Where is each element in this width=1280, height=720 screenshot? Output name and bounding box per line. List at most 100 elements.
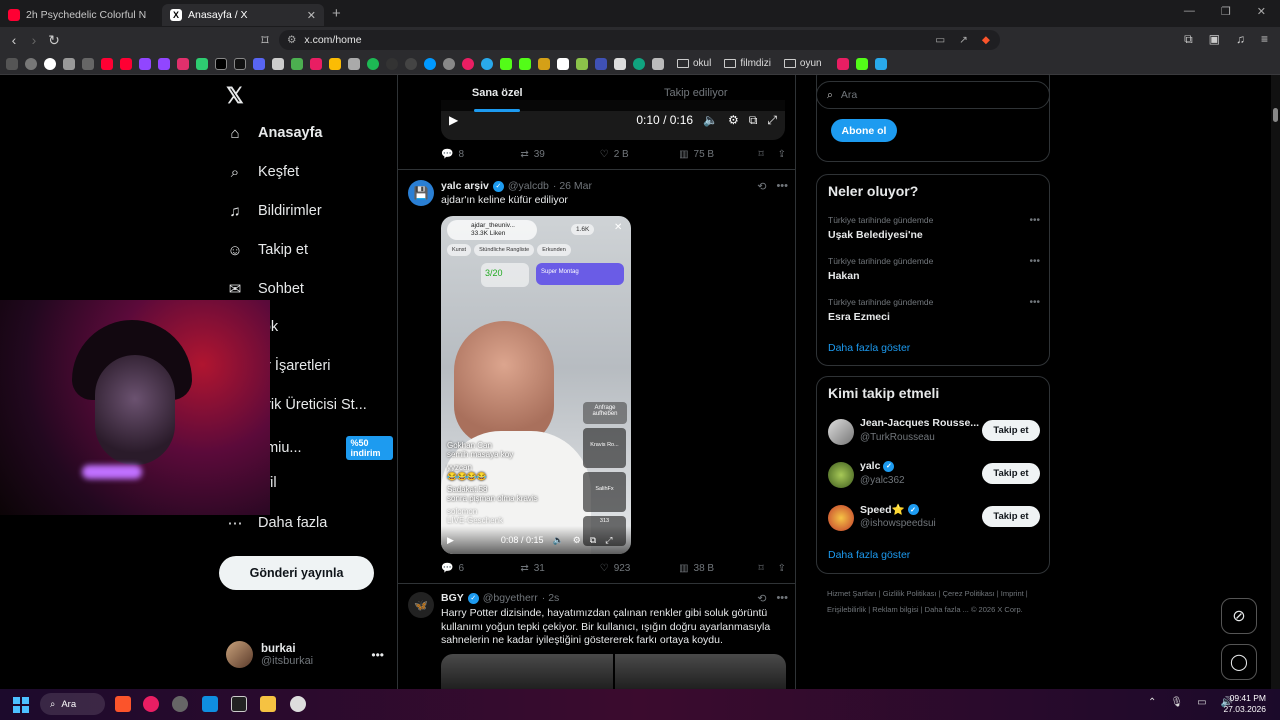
sidebar-item-premium[interactable]: emiu... %50 indirim bbox=[258, 436, 393, 460]
avatar[interactable]: 💾 bbox=[408, 180, 434, 206]
bookmark-icon[interactable]: ⌑ bbox=[758, 149, 763, 160]
author-name[interactable]: BGY bbox=[441, 592, 464, 604]
author-handle[interactable]: @yalcdb bbox=[508, 180, 549, 192]
media-icon[interactable]: ♫ bbox=[1236, 32, 1245, 47]
discord-icon[interactable] bbox=[253, 57, 265, 70]
site-info-icon[interactable]: ⚙ bbox=[287, 34, 296, 46]
microphone-icon[interactable]: 🎙 bbox=[1170, 697, 1183, 708]
bookmark-icon[interactable] bbox=[652, 57, 664, 70]
play-icon[interactable]: ▶ bbox=[449, 113, 458, 127]
reply-button[interactable]: 💬 8 bbox=[441, 149, 520, 160]
bookmark-icon[interactable] bbox=[576, 57, 588, 70]
bookmark-icon[interactable] bbox=[348, 57, 360, 70]
extensions-icon[interactable]: ⧉ bbox=[1184, 32, 1193, 47]
author-handle[interactable]: @bgyetherr bbox=[483, 592, 538, 604]
avatar[interactable]: 🦋 bbox=[408, 592, 434, 618]
settings-icon[interactable]: ⚙ bbox=[728, 113, 739, 127]
kick-icon[interactable] bbox=[519, 57, 531, 70]
bookmark-icon[interactable] bbox=[424, 57, 436, 70]
sidebar-item-follow[interactable]: ☺ Takip et bbox=[226, 241, 308, 259]
instagram-icon[interactable] bbox=[177, 57, 189, 70]
play-icon[interactable]: ▶ bbox=[447, 535, 454, 546]
file-explorer-icon[interactable] bbox=[260, 696, 276, 712]
follow-button[interactable]: Takip et bbox=[982, 506, 1040, 527]
restore-icon[interactable]: ❐ bbox=[1221, 5, 1231, 18]
scrollbar-thumb[interactable] bbox=[1273, 108, 1278, 122]
bookmark-page-icon[interactable]: ⌑ bbox=[255, 32, 275, 49]
follow-button[interactable]: Takip et bbox=[982, 463, 1040, 484]
bookmark-icon[interactable] bbox=[836, 57, 849, 70]
photos-icon[interactable] bbox=[202, 696, 218, 712]
trend-item[interactable]: Türkiye tarihinde gündemde Esra Ezmeci •… bbox=[828, 297, 1040, 323]
bookmark-icon[interactable] bbox=[82, 57, 94, 70]
more-options-icon[interactable]: ••• bbox=[1029, 215, 1040, 226]
bookmark-folder-oyun[interactable]: oyun bbox=[783, 58, 822, 69]
trend-item[interactable]: Türkiye tarihinde gündemde Uşak Belediye… bbox=[828, 215, 1040, 241]
mute-icon[interactable]: 🔈 bbox=[703, 113, 718, 127]
bookmark-folder-okul[interactable]: okul bbox=[677, 58, 711, 69]
close-tab-icon[interactable]: ✕ bbox=[307, 9, 316, 22]
sidebar-item-chat[interactable]: ✉ Sohbet bbox=[226, 280, 304, 298]
grok-icon[interactable] bbox=[231, 696, 247, 712]
taskbar-clock[interactable]: 09:41 PM 27.03.2026 bbox=[1223, 693, 1266, 715]
new-tab-icon[interactable]: + bbox=[332, 5, 341, 22]
x-logo-icon[interactable]: 𝕏 bbox=[226, 83, 244, 109]
like-button[interactable]: ♡ 2 B bbox=[600, 149, 679, 160]
pip-icon[interactable]: ⧉ bbox=[590, 535, 596, 546]
x-icon[interactable] bbox=[215, 57, 227, 70]
bookmark-icon[interactable] bbox=[196, 57, 208, 70]
sidebar-item-notifications[interactable]: ♫ Bildirimler bbox=[226, 202, 321, 220]
kick-icon[interactable] bbox=[855, 57, 868, 70]
twitch-icon[interactable] bbox=[139, 57, 151, 70]
views-button[interactable]: ▥ 75 B bbox=[679, 149, 758, 160]
spotify-icon[interactable] bbox=[367, 57, 379, 70]
bookmark-icon[interactable] bbox=[462, 57, 474, 70]
post[interactable]: 💾 yalc arşiv ✓ @yalcdb · 26 Mar ⟲ ••• ajd… bbox=[408, 180, 788, 580]
tab-following[interactable]: Takip ediliyor bbox=[597, 75, 796, 111]
bookmark-icon[interactable] bbox=[874, 57, 887, 70]
cast-icon[interactable]: ▭ bbox=[935, 34, 945, 46]
follow-suggestion[interactable]: yalc ✓ @yalc362 Takip et bbox=[828, 460, 1040, 490]
youtube-icon[interactable] bbox=[120, 57, 132, 70]
account-switcher[interactable]: burkai @itsburkai ••• bbox=[226, 641, 384, 668]
sidebar-item-explore[interactable]: ⌕ Keşfet bbox=[226, 163, 299, 181]
more-options-icon[interactable]: ••• bbox=[776, 180, 788, 193]
forward-icon[interactable]: › bbox=[24, 32, 44, 48]
mute-icon[interactable]: 🔈 bbox=[552, 535, 563, 546]
footer-links[interactable]: Hizmet Şartları | Gizlilik Politikası | … bbox=[827, 586, 1042, 618]
reply-button[interactable]: 💬 6 bbox=[441, 563, 520, 574]
brave-icon[interactable] bbox=[115, 696, 131, 712]
like-button[interactable]: ♡ 923 bbox=[600, 563, 679, 574]
sidebar-item-more[interactable]: ⋯ Daha fazla bbox=[226, 514, 328, 532]
back-icon[interactable]: ‹ bbox=[4, 32, 24, 48]
share-icon[interactable]: ⇪ bbox=[778, 149, 786, 160]
grok-float-icon[interactable]: ⊘ bbox=[1221, 598, 1257, 634]
bookmark-folder-filmdizi[interactable]: filmdizi bbox=[724, 58, 771, 69]
tab-for-you[interactable]: Sana özel bbox=[398, 75, 597, 111]
close-window-icon[interactable]: ✕ bbox=[1257, 5, 1266, 18]
scrollbar[interactable] bbox=[1271, 75, 1280, 689]
sidebar-item-creator-studio[interactable]: erik Üreticisi St... bbox=[258, 397, 367, 413]
browser-tab-youtube[interactable]: 2h Psychedelic Colorful Neon Backg bbox=[0, 4, 162, 26]
subscribe-button[interactable]: Abone ol bbox=[831, 119, 897, 142]
bookmark-icon[interactable] bbox=[614, 57, 626, 70]
telegram-icon[interactable] bbox=[481, 57, 493, 70]
pip-icon[interactable]: ⧉ bbox=[749, 113, 758, 128]
bookmark-icon[interactable] bbox=[272, 57, 284, 70]
github-icon[interactable] bbox=[405, 57, 417, 70]
more-options-icon[interactable]: ••• bbox=[776, 592, 788, 605]
kick-icon[interactable] bbox=[500, 57, 512, 70]
more-options-icon[interactable]: ••• bbox=[371, 648, 384, 662]
twitch-icon[interactable] bbox=[158, 57, 170, 70]
messages-float-icon[interactable]: ◯ bbox=[1221, 644, 1257, 680]
youtube-icon[interactable] bbox=[101, 57, 113, 70]
drive-icon[interactable] bbox=[329, 57, 341, 70]
url-field[interactable]: ⚙ x.com/home ▭ ↗ ◆ bbox=[279, 30, 1000, 50]
post-button[interactable]: Gönderi yayınla bbox=[219, 556, 374, 590]
taskbar-search[interactable]: ⌕ Ara bbox=[40, 693, 105, 715]
windows-start-icon[interactable] bbox=[13, 697, 29, 713]
reload-icon[interactable]: ↻ bbox=[44, 32, 64, 49]
apps-icon[interactable] bbox=[6, 57, 18, 70]
bookmark-icon[interactable] bbox=[386, 57, 398, 70]
chatgpt-icon[interactable] bbox=[633, 57, 645, 70]
